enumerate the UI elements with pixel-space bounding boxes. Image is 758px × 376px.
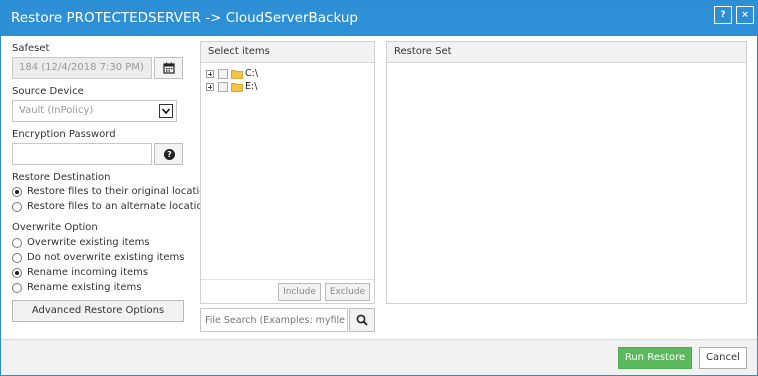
password-help-button[interactable]: ? [154,143,183,165]
expand-icon[interactable] [206,70,214,78]
source-device-label: Source Device [12,86,84,97]
radio-label: Restore files to an alternate location [27,201,209,212]
restore-set-panel: Restore Set [386,41,747,304]
safeset-label: Safeset [12,43,50,54]
title-bar: Restore PROTECTEDSERVER -> CloudServerBa… [1,1,757,36]
tree-checkbox[interactable] [218,82,228,92]
source-device-value: Vault (InPolicy) [19,105,94,116]
include-button[interactable]: Include [278,283,321,301]
chevron-down-icon [159,104,173,118]
tree-item-label: E:\ [245,81,258,92]
radio-circle [12,283,22,293]
overwrite-option-label: Overwrite Option [12,222,98,233]
select-items-header: Select items [201,42,374,63]
restore-dialog: Restore PROTECTEDSERVER -> CloudServerBa… [0,0,758,376]
radio-label: Do not overwrite existing items [27,252,185,263]
source-device-select[interactable]: Vault (InPolicy) [12,100,177,122]
radio-label: Restore files to their original location [27,186,212,197]
radio-circle [12,253,22,263]
select-items-panel: Select items C:\ E:\ Include Exclude [200,41,375,304]
cancel-button[interactable]: Cancel [699,347,747,369]
radio-circle [12,187,22,197]
radio-circle [12,268,22,278]
restore-destination-label: Restore Destination [12,172,111,183]
radio-label: Overwrite existing items [27,237,150,248]
close-button[interactable]: × [736,6,754,24]
search-icon [356,314,368,326]
dialog-title: Restore PROTECTEDSERVER -> CloudServerBa… [11,10,359,26]
run-restore-button[interactable]: Run Restore [618,347,692,369]
folder-icon [231,83,243,92]
file-search-button[interactable] [349,308,375,332]
dialog-footer: Run Restore Cancel [1,339,757,375]
radio-label: Rename incoming items [27,267,149,278]
radio-label: Rename existing items [27,282,142,293]
radio-circle [12,202,22,212]
encryption-password-label: Encryption Password [12,129,116,140]
safeset-field: 184 (12/4/2018 7:30 PM) [12,57,152,79]
tree-checkbox[interactable] [218,69,228,79]
select-items-button-bar [201,279,374,280]
encryption-password-input[interactable] [12,143,152,165]
calendar-button[interactable] [154,57,183,79]
restore-set-header: Restore Set [387,42,746,63]
exclude-button[interactable]: Exclude [325,283,370,301]
folder-icon [231,70,243,79]
question-glyph: ? [167,150,172,159]
help-button[interactable]: ? [714,6,732,24]
tree-item-label: C:\ [245,68,259,79]
radio-circle [12,238,22,248]
question-circle-icon: ? [164,149,175,160]
expand-icon[interactable] [206,83,214,91]
advanced-restore-options-button[interactable]: Advanced Restore Options [12,300,184,322]
file-search-input[interactable] [200,308,348,332]
calendar-icon [163,62,175,74]
